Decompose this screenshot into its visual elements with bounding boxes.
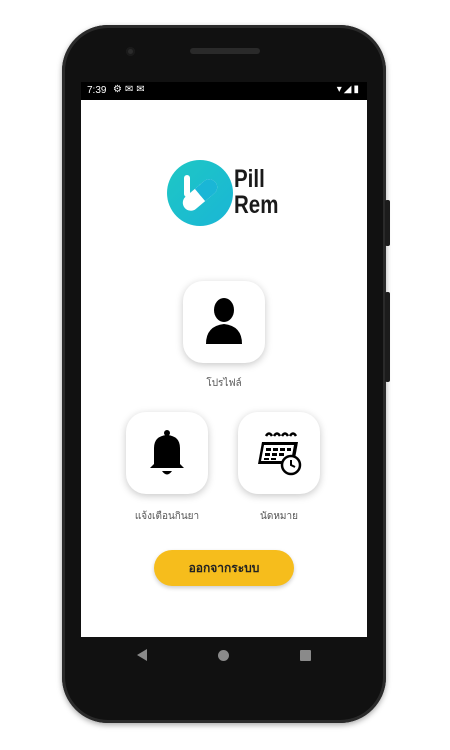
notification-icons: ⚙✉✉ [113, 84, 148, 95]
system-icons: ▾◢▮ [337, 84, 361, 95]
earpiece-speaker [190, 48, 260, 54]
appointment-button[interactable] [238, 412, 320, 494]
user-icon [206, 298, 242, 344]
profile-label: โปรไฟล์ [206, 378, 242, 389]
back-icon[interactable] [137, 649, 147, 661]
recents-icon[interactable] [300, 650, 311, 661]
status-bar: 7:39 ⚙✉✉ ▾◢▮ [81, 82, 367, 100]
logo-text-rem: Rem [234, 191, 279, 219]
wifi-icon: ▾ [336, 84, 344, 95]
reminder-label: แจ้งเตือนกินยา [134, 511, 200, 522]
logo-text-pill: Pill [234, 165, 265, 193]
calendar-clock-icon [258, 432, 302, 476]
settings-icon: ⚙ [113, 84, 125, 95]
front-camera [126, 47, 135, 56]
power-button [385, 200, 390, 246]
bell-icon [150, 430, 184, 475]
volume-button [385, 292, 390, 382]
app-logo: Pill Rem [167, 160, 283, 228]
app-screen: 7:39 ⚙✉✉ ▾◢▮ Pill Rem โปรไฟล์ แจ้งเตือนก… [81, 82, 367, 637]
reminder-button[interactable] [126, 412, 208, 494]
status-time: 7:39 [87, 85, 107, 96]
pill-logo-icon [167, 160, 233, 226]
home-icon[interactable] [218, 650, 229, 661]
profile-button[interactable] [183, 281, 265, 363]
logout-button[interactable]: ออกจากระบบ [154, 550, 294, 586]
gmail-icon: ✉ [124, 84, 137, 95]
gmail-icon: ✉ [136, 84, 148, 95]
battery-icon: ▮ [353, 84, 361, 95]
appointment-label: นัดหมาย [260, 511, 298, 522]
android-nav-bar [81, 637, 367, 677]
